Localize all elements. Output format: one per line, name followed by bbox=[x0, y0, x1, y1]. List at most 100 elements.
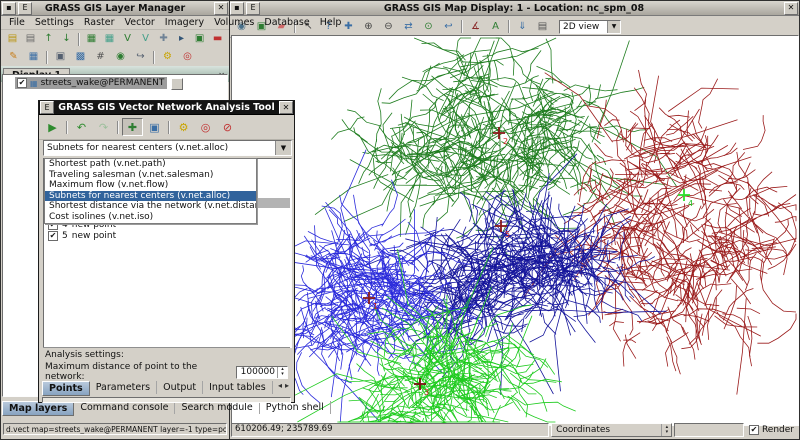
chevron-down-icon[interactable]: ▼ bbox=[275, 141, 291, 155]
delete-layer-icon[interactable]: ▬ bbox=[209, 31, 226, 47]
map-canvas[interactable]: 24513 bbox=[231, 35, 799, 426]
zoom-extent-icon[interactable]: ⇄ bbox=[399, 19, 418, 35]
workspace-save-icon[interactable]: ↓ bbox=[58, 31, 75, 47]
save-display-icon[interactable]: ⇓ bbox=[513, 19, 532, 35]
snapping-icon[interactable]: ▣ bbox=[144, 118, 165, 136]
georectify-icon[interactable]: ◉ bbox=[111, 49, 130, 65]
add-command-icon[interactable]: ▸ bbox=[173, 31, 190, 47]
run-icon[interactable]: ▶ bbox=[42, 118, 63, 136]
print-icon[interactable]: ▤ bbox=[533, 19, 552, 35]
menu-vector[interactable]: Vector bbox=[120, 17, 160, 28]
grid-icon[interactable]: # bbox=[91, 49, 110, 65]
center-marker-label: 4 bbox=[688, 199, 693, 208]
attribute-table-icon[interactable]: ▦ bbox=[24, 49, 43, 65]
layer-context-button[interactable] bbox=[171, 78, 183, 90]
dialog-tabs: PointsParametersOutputInput tables ◂ ▸ bbox=[42, 381, 291, 396]
quit-icon[interactable]: ⊘ bbox=[217, 118, 238, 136]
statusbar-mode-select[interactable]: Coordinates ▴▾ bbox=[551, 423, 672, 437]
spinner-arrows-icon[interactable]: ▴▾ bbox=[661, 424, 671, 436]
zoom-region-icon[interactable]: ⊙ bbox=[419, 19, 438, 35]
toolbar-separator bbox=[508, 20, 510, 33]
insert-points-icon[interactable]: ✚ bbox=[122, 118, 143, 136]
point-row-5[interactable]: ✔5new point bbox=[45, 230, 290, 241]
analyze-icon[interactable]: ∡ bbox=[466, 19, 485, 35]
close-button[interactable]: ✕ bbox=[214, 2, 228, 15]
toolbar-separator bbox=[78, 33, 80, 46]
point-checkbox[interactable]: ✔ bbox=[48, 231, 58, 241]
render-label: Render bbox=[762, 425, 794, 435]
close-button[interactable]: ✕ bbox=[784, 2, 798, 15]
option-maximum-flow-v-net-flow[interactable]: Maximum flow (v.net.flow) bbox=[45, 180, 256, 191]
graphical-modeler-icon[interactable]: ↪ bbox=[131, 49, 150, 65]
max-distance-spinner[interactable]: 100000 ▴▾ bbox=[236, 366, 288, 379]
toolbar-separator bbox=[117, 121, 119, 134]
spinner-arrows-icon[interactable]: ▴▾ bbox=[277, 367, 287, 378]
workspace-load-icon[interactable]: ↑ bbox=[40, 31, 57, 47]
tab-map-layers[interactable]: Map layers bbox=[2, 401, 74, 416]
dialog-tabs-nav: ◂ ▸ bbox=[278, 381, 291, 392]
analysis-method-dropdown: Shortest path (v.net.path)Traveling sale… bbox=[44, 158, 257, 224]
tab-input-tables[interactable]: Input tables bbox=[203, 381, 273, 394]
map-display-window: ▪ E GRASS GIS Map Display: 1 - Location:… bbox=[228, 0, 800, 440]
option-cost-isolines-v-net-iso[interactable]: Cost isolines (v.net.iso) bbox=[45, 212, 256, 223]
layer-row-selected[interactable]: ✔ ▦ streets_wake@PERMANENT bbox=[15, 77, 167, 89]
add-group-icon[interactable]: ▣ bbox=[191, 31, 208, 47]
view-mode-select[interactable]: 2D view ▼ bbox=[559, 20, 621, 34]
option-subnets-for-nearest-centers-v-net-alloc[interactable]: Subnets for nearest centers (v.net.alloc… bbox=[45, 191, 256, 202]
tab-prev-icon[interactable]: ◂ bbox=[278, 381, 282, 390]
dialog-toolbar: ▶ ↶↷ ✚▣ ⚙◎⊘ bbox=[39, 115, 294, 140]
redo-icon[interactable]: ↷ bbox=[93, 118, 114, 136]
undo-icon[interactable]: ↶ bbox=[71, 118, 92, 136]
add-raster-misc-icon[interactable]: ▦ bbox=[101, 31, 118, 47]
layer-checkbox[interactable]: ✔ bbox=[17, 78, 27, 88]
help-icon[interactable]: ◎ bbox=[178, 49, 197, 65]
layer-manager-statusbar: d.vect map=streets_wake@PERMANENT layer=… bbox=[2, 422, 228, 438]
menu-file[interactable]: File bbox=[4, 17, 30, 28]
menu-settings[interactable]: Settings bbox=[30, 17, 79, 28]
zoom-out-icon[interactable]: ⊖ bbox=[379, 19, 398, 35]
layer-label: streets_wake@PERMANENT bbox=[41, 78, 165, 88]
statusbar-mode-value: Coordinates bbox=[556, 425, 610, 435]
chevron-down-icon[interactable]: ▼ bbox=[607, 21, 620, 33]
menu-imagery[interactable]: Imagery bbox=[160, 17, 209, 28]
overlay-add-icon[interactable]: A bbox=[486, 19, 505, 35]
option-shortest-distance-via-the-network-v-net-distance[interactable]: Shortest distance via the network (v.net… bbox=[45, 201, 256, 212]
max-distance-label: Maximum distance of point to the network… bbox=[45, 362, 232, 382]
menu-help[interactable]: Help bbox=[315, 17, 347, 28]
toolbar-separator bbox=[66, 121, 68, 134]
edit-vector-icon[interactable]: ✎ bbox=[4, 49, 23, 65]
add-layer-misc-icon[interactable]: ✚ bbox=[155, 31, 172, 47]
new-display-icon[interactable]: ▣ bbox=[51, 49, 70, 65]
tab-next-icon[interactable]: ▸ bbox=[285, 381, 289, 390]
layer-manager-toolbar-row1: ▤▤↑↓▦▦VV✚▸▣▬ bbox=[1, 30, 229, 48]
help-icon[interactable]: ◎ bbox=[195, 118, 216, 136]
workspace-open-icon[interactable]: ▤ bbox=[22, 31, 39, 47]
analysis-settings-group: Analysis settings: Maximum distance of p… bbox=[43, 347, 290, 379]
tab-points[interactable]: Points bbox=[42, 381, 90, 396]
add-vector-icon[interactable]: V bbox=[119, 31, 136, 47]
tab-parameters[interactable]: Parameters bbox=[90, 381, 157, 394]
settings-icon[interactable]: ⚙ bbox=[158, 49, 177, 65]
add-vector-misc-icon[interactable]: V bbox=[137, 31, 154, 47]
menu-raster[interactable]: Raster bbox=[79, 17, 120, 28]
menu-volumes[interactable]: Volumes bbox=[209, 17, 259, 28]
window-menu-button[interactable]: ▪ bbox=[2, 2, 16, 15]
settings-icon[interactable]: ⚙ bbox=[173, 118, 194, 136]
render-toggle[interactable]: ✔ Render bbox=[746, 423, 797, 437]
zoom-in-icon[interactable]: ⊕ bbox=[359, 19, 378, 35]
dialog-titlebar: E GRASS GIS Vector Network Analysis Tool… bbox=[39, 101, 294, 115]
render-checkbox[interactable]: ✔ bbox=[749, 425, 759, 435]
menu-database[interactable]: Database bbox=[259, 17, 314, 28]
add-raster-icon[interactable]: ▦ bbox=[83, 31, 100, 47]
zoom-back-icon[interactable]: ↩ bbox=[439, 19, 458, 35]
option-shortest-path-v-net-path[interactable]: Shortest path (v.net.path) bbox=[45, 159, 256, 170]
tab-output[interactable]: Output bbox=[157, 381, 203, 394]
dialog-title: GRASS GIS Vector Network Analysis Tool bbox=[39, 102, 294, 113]
workspace-new-icon[interactable]: ▤ bbox=[4, 31, 21, 47]
option-traveling-salesman-v-net-salesman[interactable]: Traveling salesman (v.net.salesman) bbox=[45, 170, 256, 181]
raster-calculator-icon[interactable]: ▩ bbox=[71, 49, 90, 65]
analysis-method-combobox[interactable]: Subnets for nearest centers (v.net.alloc… bbox=[43, 140, 292, 156]
window-menu-button[interactable]: ▪ bbox=[230, 2, 244, 15]
analysis-method-value: Subnets for nearest centers (v.net.alloc… bbox=[44, 141, 275, 155]
close-button[interactable]: ✕ bbox=[279, 101, 293, 114]
